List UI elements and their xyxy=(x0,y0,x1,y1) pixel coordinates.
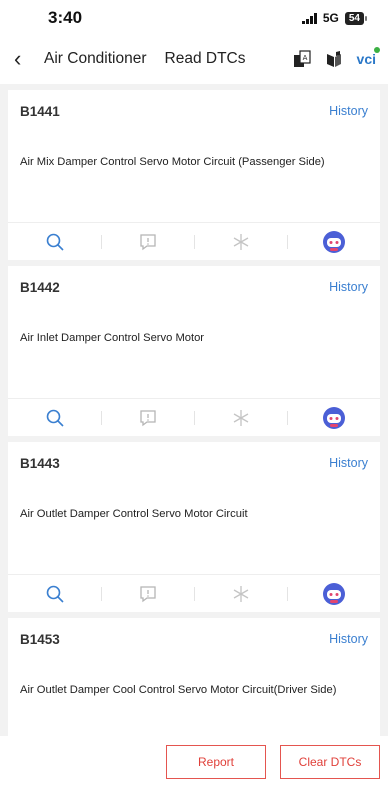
search-icon[interactable] xyxy=(8,575,101,612)
translate-icon[interactable]: A xyxy=(293,50,311,68)
vci-connection-icon[interactable]: vci xyxy=(356,47,380,67)
dtc-card: B1453 History Air Outlet Damper Cool Con… xyxy=(8,618,380,736)
freeze-frame-icon[interactable] xyxy=(194,399,287,436)
network-label: 5G xyxy=(322,11,339,25)
feedback-icon[interactable] xyxy=(101,223,194,260)
feedback-icon[interactable] xyxy=(101,399,194,436)
status-icons: 5G 54 xyxy=(301,11,368,25)
dtc-description: Air Mix Damper Control Servo Motor Circu… xyxy=(20,156,325,168)
signal-icon xyxy=(301,12,317,24)
freeze-frame-icon[interactable] xyxy=(194,575,287,612)
ai-assistant-icon[interactable] xyxy=(287,223,380,260)
dtc-description: Air Outlet Damper Control Servo Motor Ci… xyxy=(20,508,248,520)
dtc-actions xyxy=(8,398,380,436)
dtc-card: B1441 History Air Mix Damper Control Ser… xyxy=(8,90,380,260)
back-chevron-icon[interactable]: ‹ xyxy=(14,48,36,70)
search-icon[interactable] xyxy=(8,399,101,436)
dtc-code: B1441 xyxy=(20,104,60,119)
history-link[interactable]: History xyxy=(329,456,368,471)
history-link[interactable]: History xyxy=(329,280,368,295)
dtc-card: B1442 History Air Inlet Damper Control S… xyxy=(8,266,380,436)
status-time: 3:40 xyxy=(48,8,83,27)
dtc-description: Air Outlet Damper Cool Control Servo Mot… xyxy=(20,684,337,696)
svg-text:A: A xyxy=(302,54,307,62)
dtc-actions xyxy=(8,574,380,612)
toolkit-icon[interactable] xyxy=(325,50,343,68)
footer-bar: Report Clear DTCs xyxy=(0,736,388,787)
status-bar: 3:40 5G 54 xyxy=(0,0,388,36)
ai-assistant-icon[interactable] xyxy=(287,399,380,436)
vci-label: vci xyxy=(356,51,376,67)
page-subtitle: Read DTCs xyxy=(164,50,246,67)
battery-icon: 54 xyxy=(344,11,368,25)
clear-dtcs-button[interactable]: Clear DTCs xyxy=(280,744,380,779)
report-button[interactable]: Report xyxy=(166,744,266,779)
history-link[interactable]: History xyxy=(329,632,368,647)
dtc-list[interactable]: B1441 History Air Mix Damper Control Ser… xyxy=(0,84,388,736)
dtc-code: B1453 xyxy=(20,632,60,647)
dtc-description: Air Inlet Damper Control Servo Motor xyxy=(20,332,205,344)
vci-status-dot xyxy=(374,47,380,53)
ai-assistant-icon[interactable] xyxy=(287,575,380,612)
feedback-icon[interactable] xyxy=(101,575,194,612)
dtc-code: B1443 xyxy=(20,456,60,471)
nav-bar: ‹ Air Conditioner Read DTCs A vci xyxy=(0,36,388,82)
history-link[interactable]: History xyxy=(329,104,368,119)
freeze-frame-icon[interactable] xyxy=(194,223,287,260)
dtc-actions xyxy=(8,222,380,260)
dtc-code: B1442 xyxy=(20,280,60,295)
search-icon[interactable] xyxy=(8,223,101,260)
dtc-card: B1443 History Air Outlet Damper Control … xyxy=(8,442,380,612)
page-title: Air Conditioner xyxy=(44,50,147,67)
nav-actions: A vci xyxy=(293,47,380,68)
